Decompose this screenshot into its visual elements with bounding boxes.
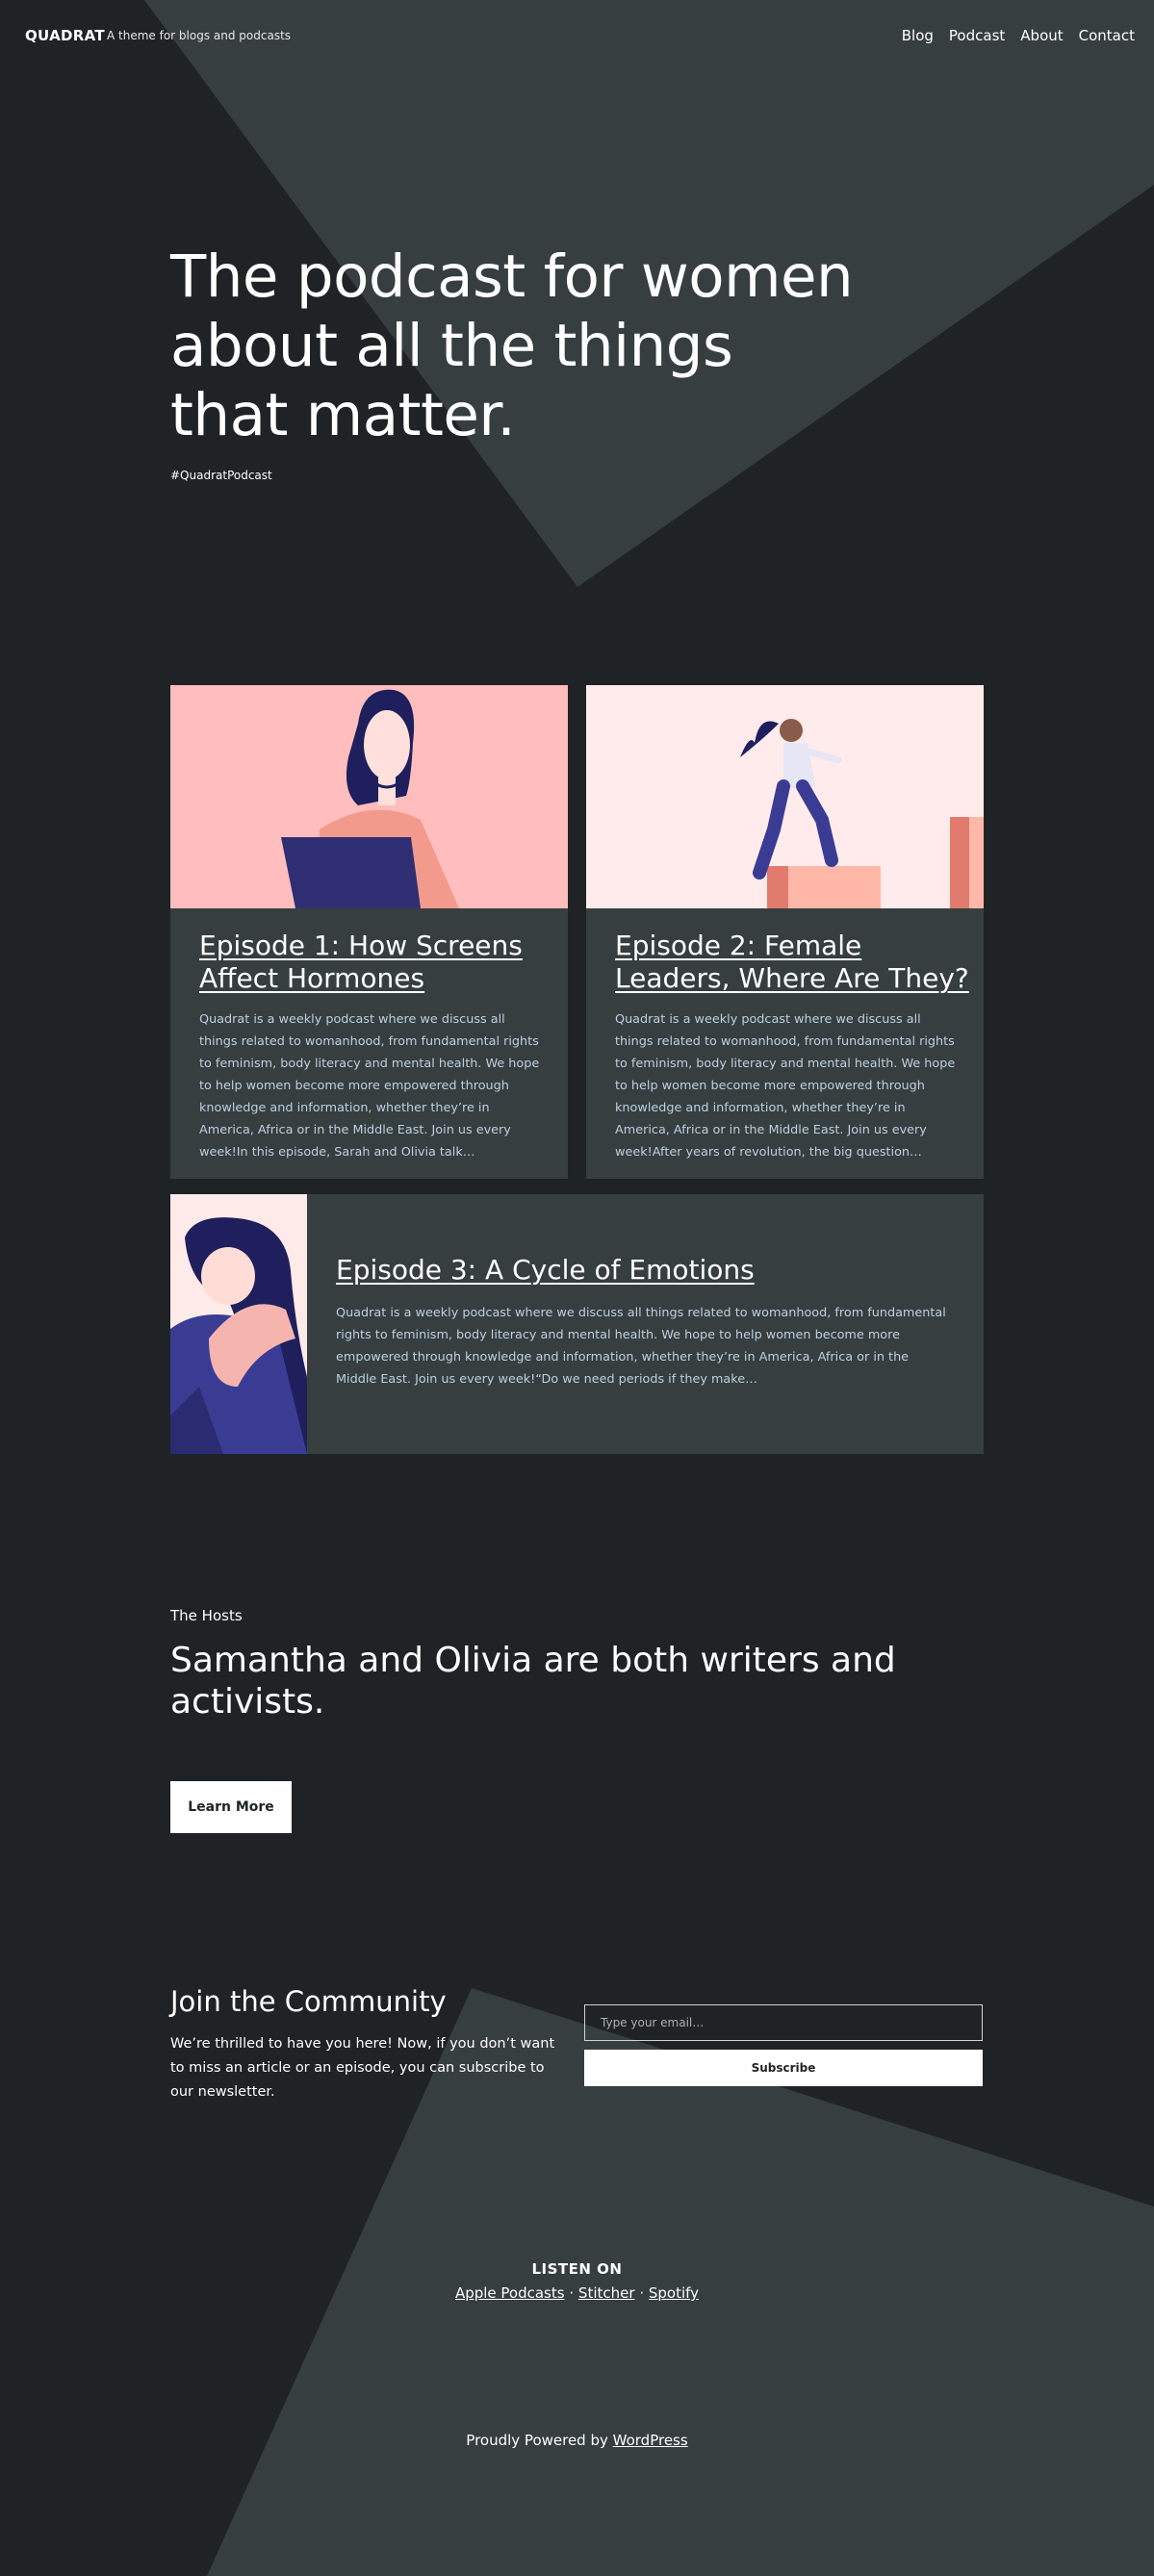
nav-contact[interactable]: Contact [1079,27,1135,44]
site-footer: Proudly Powered by WordPress [0,2432,1154,2449]
site-tagline: A theme for blogs and podcasts [107,29,292,42]
episode-3-title: Episode 3: A Cycle of Emotions [336,1254,952,1287]
site-title-link[interactable]: QUADRAT [25,27,105,44]
separator-dot: · [639,2284,645,2302]
episode-3-excerpt: Quadrat is a weekly podcast where we dis… [336,1306,946,1387]
episode-card-3: Episode 3: A Cycle of Emotions Quadrat i… [170,1194,984,1454]
nav-podcast[interactable]: Podcast [949,27,1005,44]
community-text: We’re thrilled to have you here! Now, if… [170,2036,555,2100]
hero-title: The podcast for women about all the thin… [170,242,854,449]
main-nav: Blog Podcast About Contact [902,27,1135,44]
apple-podcasts-link[interactable]: Apple Podcasts [455,2284,565,2302]
listen-on-label: LISTEN ON [531,2260,623,2278]
episode-1-title: Episode 1: How Screens Affect Hormones [199,930,546,995]
wordpress-link[interactable]: WordPress [613,2432,688,2449]
episode-1-link[interactable]: Episode 1: How Screens Affect Hormones [199,930,523,994]
hosts-kicker: The Hosts [170,1607,243,1624]
listen-links: Apple Podcasts · Stitcher · Spotify [0,2284,1154,2302]
episode-2-title: Episode 2: Female Leaders, Where Are The… [615,930,971,995]
stitcher-link[interactable]: Stitcher [578,2284,635,2302]
footer-prefix: Proudly Powered by [466,2432,613,2449]
hosts-title: Samantha and Olivia are both writers and… [170,1641,896,1722]
episode-2-link[interactable]: Episode 2: Female Leaders, Where Are The… [615,930,969,994]
learn-more-button[interactable]: Learn More [170,1781,292,1833]
episode-card-1: Episode 1: How Screens Affect Hormones Q… [170,685,568,1179]
episode-3-illustration[interactable] [170,1194,307,1454]
episode-1-illustration[interactable] [170,685,568,908]
episode-2-illustration[interactable] [586,685,984,908]
nav-about[interactable]: About [1020,27,1063,44]
episode-3-link[interactable]: Episode 3: A Cycle of Emotions [336,1254,755,1286]
email-input[interactable] [584,2004,983,2041]
episode-2-excerpt: Quadrat is a weekly podcast where we dis… [615,1012,956,1160]
subscribe-button[interactable]: Subscribe [584,2050,983,2086]
nav-blog[interactable]: Blog [902,27,934,44]
spotify-link[interactable]: Spotify [649,2284,699,2302]
hero-hashtag: #QuadratPodcast [170,469,272,482]
episode-card-2: Episode 2: Female Leaders, Where Are The… [586,685,984,1179]
community-title: Join the Community [170,1985,447,2018]
episode-1-excerpt: Quadrat is a weekly podcast where we dis… [199,1012,540,1160]
separator-dot: · [569,2284,575,2302]
site-header: QUADRAT A theme for blogs and podcasts B… [0,0,1154,73]
